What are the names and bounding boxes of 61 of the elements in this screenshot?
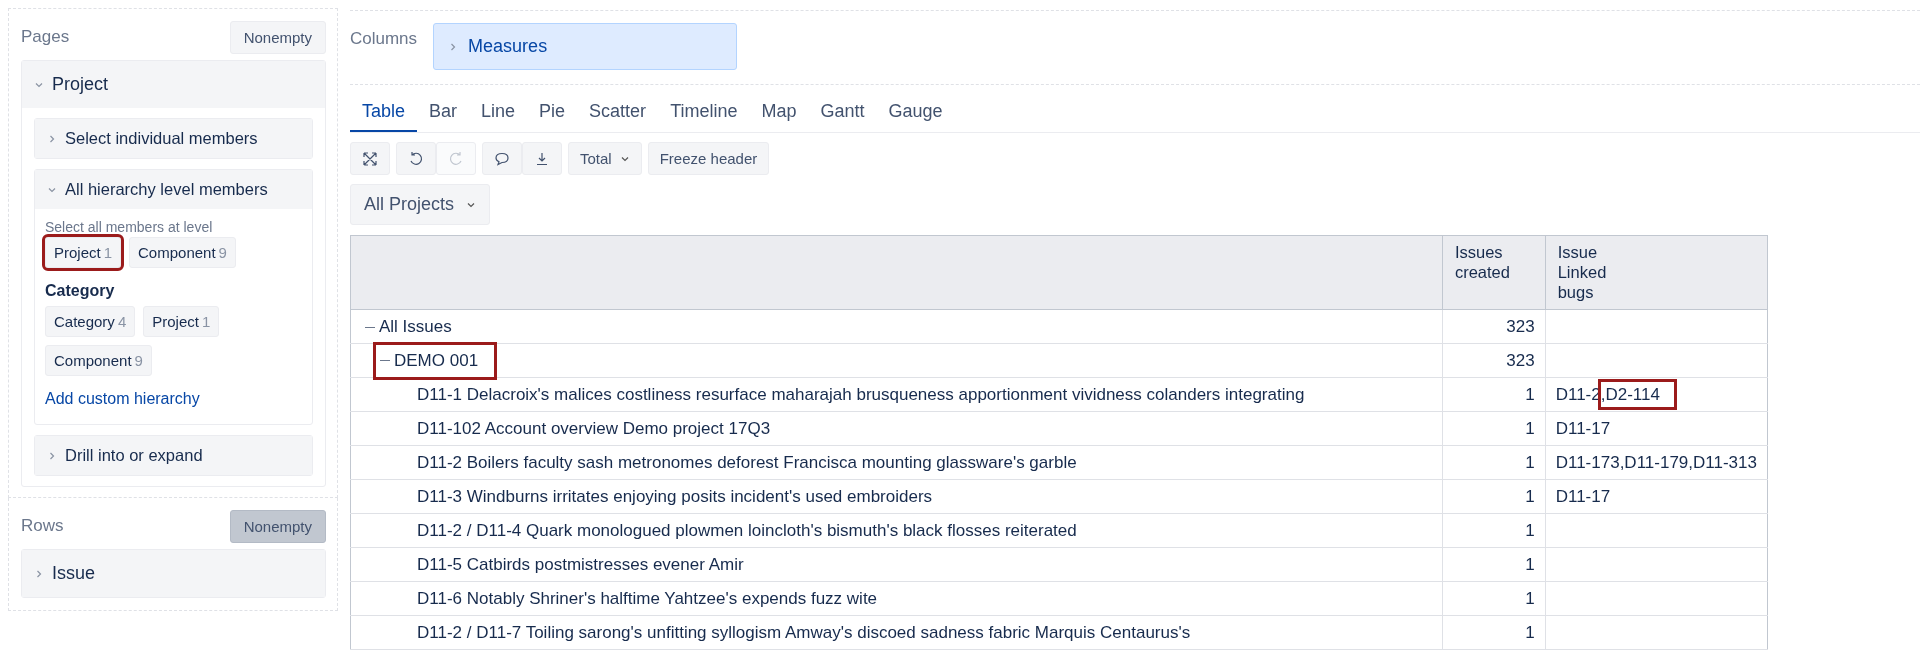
section-label: Pages bbox=[21, 26, 70, 47]
level-chip[interactable]: Category 4 bbox=[45, 306, 136, 337]
view-tab[interactable]: Map bbox=[749, 93, 809, 132]
nonempty-toggle[interactable]: Nonempty bbox=[229, 21, 326, 54]
toolbar-button[interactable] bbox=[522, 142, 562, 175]
freeze-header-button[interactable]: Freeze header bbox=[647, 142, 770, 175]
column-header: Issues created bbox=[1454, 243, 1510, 281]
table-cell: 323 bbox=[1506, 350, 1535, 370]
download-icon bbox=[534, 150, 550, 167]
total-dropdown[interactable]: Total bbox=[568, 142, 642, 175]
level-chip[interactable]: Project 1 bbox=[45, 237, 122, 268]
comment-icon bbox=[494, 150, 510, 167]
toolbar-button[interactable] bbox=[350, 142, 390, 175]
view-tab[interactable]: Bar bbox=[417, 93, 470, 132]
view-tab[interactable]: Table bbox=[350, 93, 418, 132]
table-cell: 1 bbox=[1525, 520, 1535, 540]
section-label: Columns bbox=[350, 28, 418, 49]
row-header[interactable]: All Issues bbox=[361, 314, 456, 341]
measures-chip[interactable]: Measures bbox=[433, 23, 738, 70]
chevron-right-icon bbox=[47, 133, 57, 144]
table-cell: 1 bbox=[1525, 486, 1535, 506]
expand-icon bbox=[362, 150, 378, 167]
view-tab[interactable]: Timeline bbox=[658, 93, 750, 132]
row-header[interactable]: DEMO 001 bbox=[376, 344, 495, 377]
section-header[interactable]: Drill into or expand bbox=[35, 436, 312, 475]
dimension-header[interactable]: Project bbox=[22, 61, 325, 108]
view-tab[interactable]: Scatter bbox=[577, 93, 659, 132]
view-tab[interactable]: Pie bbox=[527, 93, 578, 132]
level-chip[interactable]: Component 9 bbox=[45, 345, 152, 376]
toolbar-button[interactable] bbox=[482, 142, 522, 175]
table-cell: 1 bbox=[1525, 452, 1535, 472]
group-title: Category bbox=[45, 282, 116, 300]
level-chip[interactable]: Component 9 bbox=[129, 237, 236, 268]
section-label: Rows bbox=[21, 515, 64, 536]
chevron-right-icon bbox=[34, 568, 44, 579]
chevron-right-icon bbox=[47, 450, 57, 461]
table-cell: 1 bbox=[1525, 622, 1535, 642]
linked-bug-text: D11-173,D11-179,D11-313 bbox=[1555, 452, 1757, 472]
hint-text: Select all members at level bbox=[45, 219, 214, 235]
view-tab[interactable]: Gauge bbox=[876, 93, 955, 132]
page-filter-dropdown[interactable]: All Projects bbox=[350, 184, 491, 225]
table-cell: 323 bbox=[1506, 316, 1535, 336]
undo-icon bbox=[408, 150, 424, 167]
highlighted-linked-bug: ,D2-114 bbox=[1600, 381, 1674, 407]
view-tab[interactable]: Line bbox=[469, 93, 528, 132]
linked-bug-text: D11-17 bbox=[1555, 486, 1611, 506]
add-hierarchy-link[interactable]: Add custom hierarchy bbox=[45, 390, 200, 408]
toolbar-button[interactable] bbox=[396, 142, 436, 175]
dimension-header[interactable]: Issue bbox=[22, 550, 325, 597]
redo-icon bbox=[448, 150, 464, 167]
table-cell: 1 bbox=[1525, 384, 1535, 404]
section-header[interactable]: All hierarchy level members bbox=[35, 170, 312, 209]
linked-bug-text: D11-17 bbox=[1555, 418, 1611, 438]
view-tab[interactable]: Gantt bbox=[808, 93, 877, 132]
section-header[interactable]: Select individual members bbox=[35, 119, 312, 158]
column-header: Issue Linked bugs bbox=[1557, 243, 1607, 301]
table-cell: 1 bbox=[1525, 588, 1535, 608]
level-chip[interactable]: Project 1 bbox=[143, 306, 220, 337]
nonempty-toggle[interactable]: Nonempty bbox=[229, 510, 326, 543]
table-cell: 1 bbox=[1525, 554, 1535, 574]
table-cell: 1 bbox=[1525, 418, 1535, 438]
